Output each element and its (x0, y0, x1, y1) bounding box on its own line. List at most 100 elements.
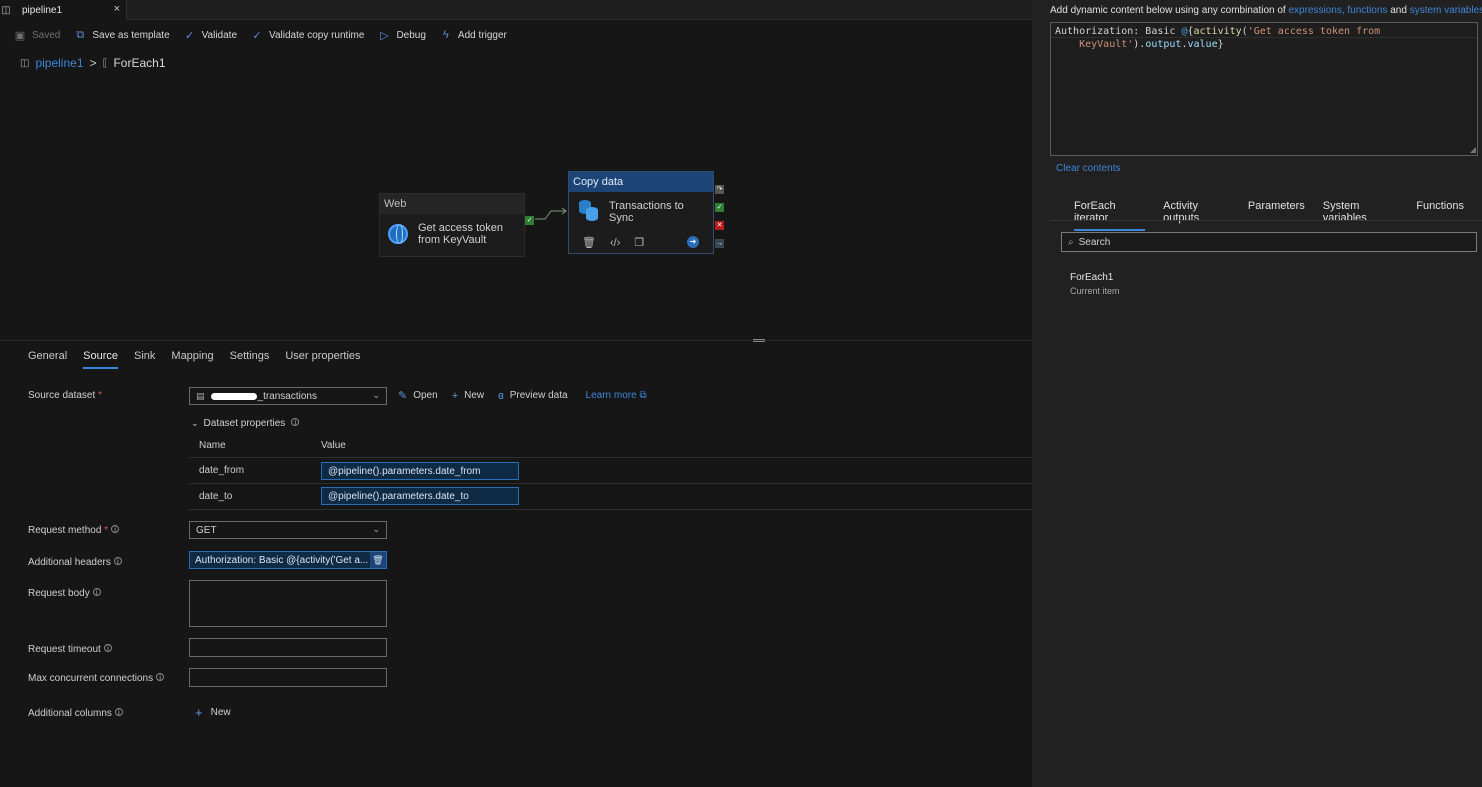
debug-button[interactable]: ▷ Debug (378, 29, 426, 42)
skip-output-icon[interactable]: ↷ (715, 185, 724, 194)
info-icon: i (103, 644, 112, 653)
validate-label: Validate (201, 29, 238, 41)
code-icon[interactable]: ‹/› (610, 237, 620, 249)
table-divider (189, 509, 1032, 510)
tab-foreach-iterator[interactable]: ForEach iterator (1074, 200, 1146, 231)
copy-data-activity-node[interactable]: Copy data Transactions to Sync 🗑 ‹/› ❐ ➜ (568, 171, 714, 254)
search-input[interactable]: ⌕ Search (1061, 232, 1477, 252)
tab-system-variables[interactable]: System variables (1323, 200, 1399, 231)
additional-headers-value: Authorization: Basic @{activity('Get a..… (195, 554, 369, 566)
request-method-text: Request method (28, 525, 102, 536)
open-dataset-button[interactable]: ✎ Open (398, 389, 438, 402)
add-column-button[interactable]: + New (195, 705, 231, 720)
tab-mapping[interactable]: Mapping (171, 350, 213, 369)
request-timeout-input[interactable] (189, 638, 387, 657)
web-node-name: Get access token from KeyVault (418, 222, 503, 246)
chevron-down-icon: ⌄ (372, 524, 380, 534)
breadcrumb-pipeline-link[interactable]: pipeline1 (35, 56, 83, 70)
additional-headers-input[interactable]: Authorization: Basic @{activity('Get a..… (189, 551, 387, 569)
failure-output-icon[interactable]: ✕ (715, 221, 724, 230)
add-trigger-button[interactable]: ϟ Add trigger (440, 29, 507, 41)
request-body-text: Request body (28, 588, 90, 599)
item-subtitle: Current item (1070, 286, 1120, 296)
request-body-textarea[interactable] (189, 580, 387, 627)
additional-columns-label: Additional columns i (28, 708, 123, 719)
external-link-icon: ⧉ (639, 390, 647, 401)
request-method-select[interactable]: GET ⌄ (189, 521, 387, 539)
tab-source[interactable]: Source (83, 350, 118, 369)
plus-icon: + (451, 389, 459, 402)
row-name: date_from (199, 465, 245, 476)
learn-more-link[interactable]: Learn more ⧉ (586, 390, 647, 401)
tab-functions[interactable]: Functions (1416, 200, 1464, 231)
info-icon: i (288, 418, 300, 429)
row-name: date_to (199, 491, 233, 502)
completion-output-icon[interactable]: → (715, 239, 724, 248)
success-output-icon[interactable]: ✓ (525, 216, 534, 225)
max-concurrent-connections-input[interactable] (189, 668, 387, 687)
request-method-value: GET (196, 524, 217, 536)
close-icon[interactable]: × (114, 3, 120, 15)
toolbar: ▣ Saved ⧉ Save as template ✓ Validate ✓ … (14, 26, 521, 44)
search-icon: ⌕ (1068, 236, 1074, 248)
new-dataset-button[interactable]: + New (452, 390, 484, 402)
system-variables-link[interactable]: system variables. (1410, 5, 1482, 16)
tab-pipeline1[interactable]: ◫ pipeline1 × (0, 0, 127, 20)
new-column-label: New (210, 707, 231, 718)
validate-copy-runtime-button[interactable]: ✓ Validate copy runtime (251, 29, 364, 42)
max-conn-text: Max concurrent connections (28, 673, 154, 684)
web-activity-node[interactable]: Web Get access token from KeyVault (379, 193, 525, 257)
new-label: New (464, 390, 485, 401)
trigger-icon: ϟ (443, 29, 449, 41)
intro-text: Add dynamic content below using any comb… (1050, 5, 1286, 16)
tab-general[interactable]: General (28, 350, 67, 369)
expression-editor[interactable]: Authorization: Basic @{activity('Get acc… (1050, 22, 1478, 156)
max-concurrent-connections-label: Max concurrent connections i (28, 673, 165, 684)
clear-contents-link[interactable]: Clear contents (1056, 163, 1120, 174)
copy-icon[interactable]: ❐ (634, 236, 644, 249)
check-icon: ✓ (252, 29, 262, 42)
foreach-current-item[interactable]: ForEach1 Current item (1070, 272, 1120, 296)
foreach-icon: ⟦ (102, 57, 108, 69)
delete-icon[interactable]: 🗑 (370, 552, 386, 568)
dataset-properties-toggle[interactable]: ⌄ Dataset properties i (191, 418, 300, 429)
add-trigger-label: Add trigger (457, 29, 507, 41)
tab-parameters[interactable]: Parameters (1248, 200, 1305, 231)
resize-handle-icon[interactable]: ◢ (1470, 145, 1476, 154)
required-marker: * (98, 390, 102, 401)
tab-activity-outputs[interactable]: Activity outputs (1163, 200, 1230, 231)
tab-user-properties[interactable]: User properties (285, 350, 360, 369)
tab-sink[interactable]: Sink (134, 350, 155, 369)
save-as-template-button[interactable]: ⧉ Save as template (74, 29, 169, 42)
validate-button[interactable]: ✓ Validate (184, 29, 237, 42)
row-value-input[interactable]: @pipeline().parameters.date_to (321, 487, 519, 505)
tab-settings[interactable]: Settings (230, 350, 270, 369)
dependency-connector (535, 207, 567, 220)
pane-splitter[interactable] (0, 340, 1032, 341)
pipeline-editor: ◫ pipeline1 × ▣ Saved ⧉ Save as template… (0, 0, 1032, 787)
pipeline-icon: ◫ (20, 57, 30, 69)
splitter-grip[interactable] (753, 339, 765, 342)
info-icon: i (92, 588, 101, 597)
saved-button: ▣ Saved (14, 29, 61, 42)
arrow-right-circle-icon[interactable]: ➜ (687, 236, 699, 248)
expression-text: Authorization: Basic @{activity('Get acc… (1055, 26, 1381, 50)
success-output-icon[interactable]: ✓ (715, 203, 724, 212)
info-icon: i (113, 557, 122, 566)
additional-columns-text: Additional columns (28, 708, 112, 719)
save-icon: ▣ (14, 29, 26, 42)
additional-headers-text: Additional headers (28, 557, 111, 568)
required-marker: * (104, 525, 109, 536)
source-dataset-select[interactable]: ▤ _transactions ⌄ (189, 387, 387, 405)
source-dataset-label: Source dataset * (28, 390, 102, 401)
copy-node-type: Copy data (569, 172, 713, 192)
breadcrumb-separator: > (89, 56, 97, 70)
expressions-functions-link[interactable]: expressions, functions (1288, 5, 1387, 16)
delete-icon[interactable]: 🗑 (582, 236, 596, 249)
dataset-properties-label: Dataset properties (203, 418, 286, 429)
validate-copy-label: Validate copy runtime (269, 29, 365, 41)
row-value-input[interactable]: @pipeline().parameters.date_from (321, 462, 519, 480)
column-header-name: Name (199, 440, 226, 451)
pipeline-icon: ◫ (1, 4, 11, 16)
preview-data-button[interactable]: ɞ Preview data (498, 390, 567, 402)
